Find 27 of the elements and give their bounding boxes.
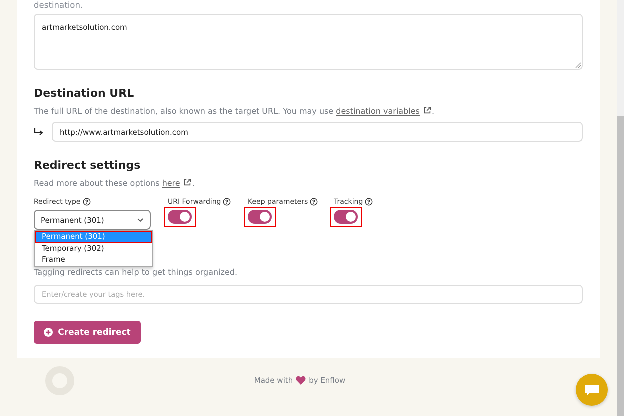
help-icon[interactable] (223, 198, 232, 206)
toggle-switch[interactable] (168, 210, 192, 224)
help-icon[interactable] (365, 198, 374, 206)
heart-icon (296, 376, 306, 385)
help-icon[interactable] (310, 198, 318, 206)
chat-bubble-icon (584, 384, 600, 396)
period-text: . (192, 179, 195, 188)
toggle-switch[interactable] (248, 210, 272, 224)
external-link-icon[interactable] (422, 106, 432, 116)
description-text: Read more about these options (34, 179, 161, 188)
return-arrow-icon (34, 128, 44, 136)
section-heading: Destination URL (34, 87, 136, 102)
description-text: The full URL of the destination, also known as the target URL. You may use (34, 107, 335, 116)
section-heading: Redirect settings (34, 159, 142, 174)
plus-icon (44, 328, 54, 337)
description-text: destination. (34, 0, 84, 10)
scrollbar-thumb[interactable] (617, 116, 624, 416)
create-redirect-button[interactable]: Create redirect (34, 321, 141, 344)
chevron-down-icon (137, 218, 144, 223)
variables-link[interactable]: destination variables (336, 107, 420, 116)
description-text: Tagging redirects can help to get things organized. (34, 268, 239, 277)
external-link-icon[interactable] (183, 178, 192, 188)
here-link[interactable]: here (162, 179, 180, 188)
help-icon[interactable] (82, 198, 91, 206)
resize-grip-icon[interactable] (575, 62, 581, 68)
period-text: . (432, 107, 435, 116)
toggle-switch[interactable] (334, 210, 358, 224)
